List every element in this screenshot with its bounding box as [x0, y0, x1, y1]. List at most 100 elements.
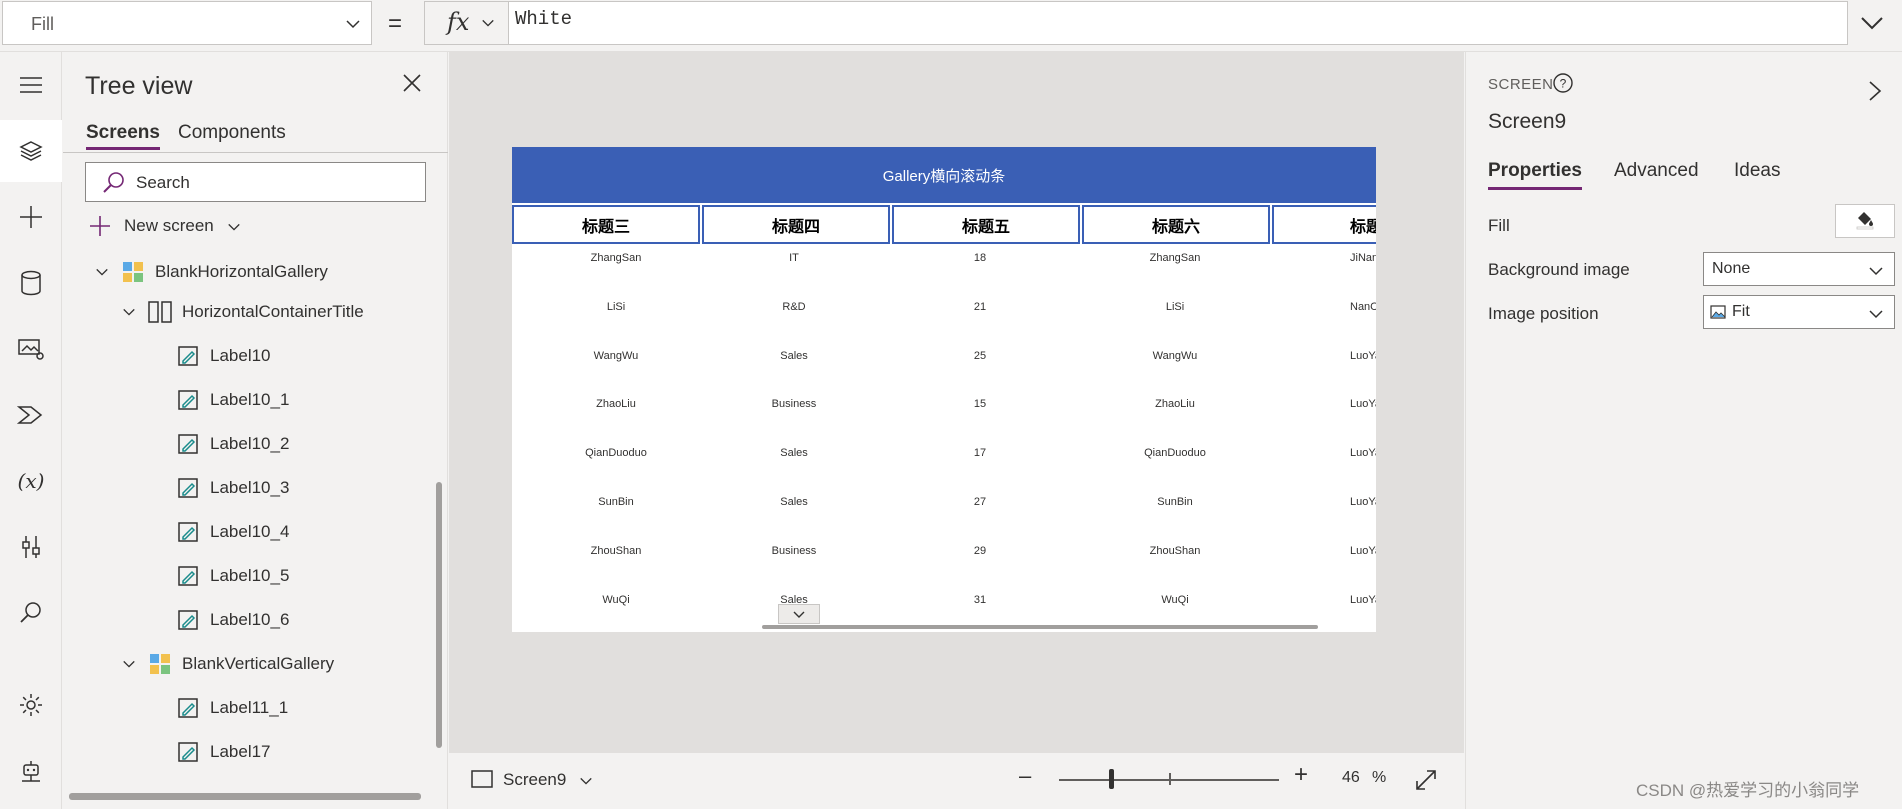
- zoom-in-icon[interactable]: +: [1294, 761, 1308, 789]
- gallery-cell: NanCha: [1350, 300, 1376, 313]
- chevron-down-icon[interactable]: [778, 604, 820, 624]
- new-screen-label: New screen: [124, 216, 241, 236]
- variables-icon[interactable]: (x): [0, 450, 62, 512]
- gallery-cell: IT: [789, 252, 799, 264]
- tree-search-input[interactable]: Search: [85, 162, 426, 202]
- tree-item-label: Label10_6: [210, 610, 290, 629]
- gallery-cell: QianDuoduo: [585, 447, 647, 460]
- tree-item-label10-4[interactable]: Label10_4: [176, 512, 289, 552]
- gallery-cell: ZhaoLiu: [1155, 398, 1195, 411]
- fit-to-window-icon[interactable]: [1415, 769, 1437, 796]
- canvas-area: Gallery横向滚动条 标题三 标题四 标题五 标题六 标题 ZhangSan…: [449, 52, 1464, 752]
- tab-screens[interactable]: Screens: [86, 122, 160, 150]
- gallery-cell: LiSi: [1165, 300, 1185, 313]
- hamburger-menu-icon[interactable]: [0, 54, 62, 116]
- tree-item-label10-6[interactable]: Label10_6: [176, 600, 289, 640]
- virtual-agent-icon[interactable]: [0, 740, 62, 802]
- gallery-cell: LiSi: [606, 300, 626, 313]
- canvas-status-bar: Screen9 – + 46 %: [449, 752, 1464, 809]
- tab-components[interactable]: Components: [178, 122, 286, 144]
- gallery-cell: Sales: [780, 447, 808, 460]
- tree-item-label: BlankVerticalGallery: [182, 654, 335, 673]
- chevron-down-icon[interactable]: [118, 657, 140, 671]
- gallery-horizontal-scrollbar[interactable]: [762, 625, 1318, 629]
- control-name[interactable]: Screen9: [1488, 110, 1566, 134]
- fx-button[interactable]: fx: [424, 1, 508, 45]
- app-screen-preview[interactable]: Gallery横向滚动条 标题三 标题四 标题五 标题六 标题 ZhangSan…: [512, 147, 1376, 632]
- image-position-dropdown[interactable]: Fit: [1703, 295, 1895, 329]
- chevron-down-icon: [1868, 306, 1884, 327]
- search-icon: [102, 171, 126, 200]
- tab-properties[interactable]: Properties: [1488, 160, 1582, 190]
- chevron-right-icon[interactable]: [1868, 80, 1882, 107]
- gallery-cell: ZhangSan: [590, 252, 642, 264]
- help-icon[interactable]: ?: [1552, 72, 1574, 99]
- label-icon: [176, 434, 200, 454]
- equals-sign: =: [388, 10, 403, 37]
- properties-panel: SCREEN ? Screen9 Properties Advanced Ide…: [1465, 52, 1902, 809]
- zoom-slider-thumb[interactable]: [1109, 769, 1114, 789]
- gallery-cell: 29: [973, 544, 987, 557]
- gallery-cell: QianDuoduo: [1144, 447, 1206, 460]
- insert-plus-icon[interactable]: [0, 186, 62, 248]
- zoom-out-icon[interactable]: –: [1019, 763, 1031, 789]
- gallery-cell: Sales: [780, 496, 808, 508]
- gallery-cell: 25: [973, 349, 987, 362]
- tree-item-label10-2[interactable]: Label10_2: [176, 424, 289, 464]
- tree-item-label11-1[interactable]: Label11_1: [176, 688, 288, 728]
- tree-vertical-scrollbar[interactable]: [436, 482, 442, 748]
- chevron-down-icon[interactable]: [118, 305, 140, 319]
- zoom-value[interactable]: 46: [1342, 769, 1360, 787]
- tree-item-label: Label11_1: [210, 698, 289, 717]
- tree-item-horizontalcontainertitle[interactable]: HorizontalContainerTitle: [118, 292, 364, 332]
- background-image-dropdown[interactable]: None: [1703, 252, 1895, 286]
- tree-view-layers-icon[interactable]: [0, 120, 62, 182]
- media-icon[interactable]: [0, 318, 62, 380]
- label-icon: [176, 478, 200, 498]
- tree-item-label: HorizontalContainerTitle: [182, 302, 364, 321]
- data-cylinder-icon[interactable]: [0, 252, 62, 314]
- screen-picker-label: Screen9: [503, 770, 593, 790]
- tree-item-label: Label10_1: [210, 390, 290, 409]
- tree-item-blankhorizontalgallery[interactable]: BlankHorizontalGallery: [91, 252, 328, 292]
- property-dropdown[interactable]: Fill: [2, 1, 372, 45]
- image-position-label: Image position: [1488, 304, 1599, 323]
- fill-color-picker[interactable]: [1835, 204, 1895, 238]
- tab-ideas[interactable]: Ideas: [1734, 160, 1780, 182]
- expand-formula-icon[interactable]: [1860, 12, 1884, 37]
- power-automate-icon[interactable]: [0, 384, 62, 446]
- tree-item-label10-3[interactable]: Label10_3: [176, 468, 289, 508]
- chevron-down-icon: [1868, 263, 1884, 284]
- tree-horizontal-scrollbar[interactable]: [69, 793, 421, 800]
- column-header: 标题五: [892, 205, 1080, 244]
- gallery-cell: Sales: [780, 349, 808, 362]
- formula-input[interactable]: White: [508, 1, 1848, 45]
- column-header: 标题三: [512, 205, 700, 244]
- gallery-icon: [121, 261, 145, 283]
- label-icon: [176, 742, 200, 762]
- gallery-cell: 21: [973, 300, 987, 313]
- tab-advanced[interactable]: Advanced: [1614, 160, 1699, 182]
- tree-item-label10[interactable]: Label10: [176, 336, 271, 376]
- settings-gear-icon[interactable]: [0, 674, 62, 736]
- tree-item-label17[interactable]: Label17: [176, 732, 271, 772]
- tree-item-label10-5[interactable]: Label10_5: [176, 556, 289, 596]
- gallery-cell: JiNan: [1350, 252, 1376, 264]
- search-icon[interactable]: [0, 582, 62, 644]
- close-icon[interactable]: [403, 74, 421, 97]
- gallery-cell: WangWu: [593, 349, 639, 362]
- tree-item-label10-1[interactable]: Label10_1: [176, 380, 289, 420]
- new-screen-button[interactable]: New screen: [88, 214, 240, 243]
- label-icon: [176, 522, 200, 542]
- zoom-slider-tick: [1169, 773, 1171, 785]
- formula-bar: Fill = fx White: [0, 0, 1902, 52]
- screen-picker[interactable]: Screen9: [471, 770, 592, 793]
- tree-item-blankverticalgallery[interactable]: BlankVerticalGallery: [118, 644, 334, 684]
- gallery-icon: [148, 653, 172, 675]
- fx-icon: fx: [447, 8, 470, 36]
- svg-text:?: ?: [1560, 77, 1567, 91]
- advanced-tools-icon[interactable]: [0, 516, 62, 578]
- chevron-down-icon[interactable]: [91, 265, 113, 279]
- tree-item-label: Label10_5: [210, 566, 290, 585]
- tree-tabs-divider: [63, 152, 448, 153]
